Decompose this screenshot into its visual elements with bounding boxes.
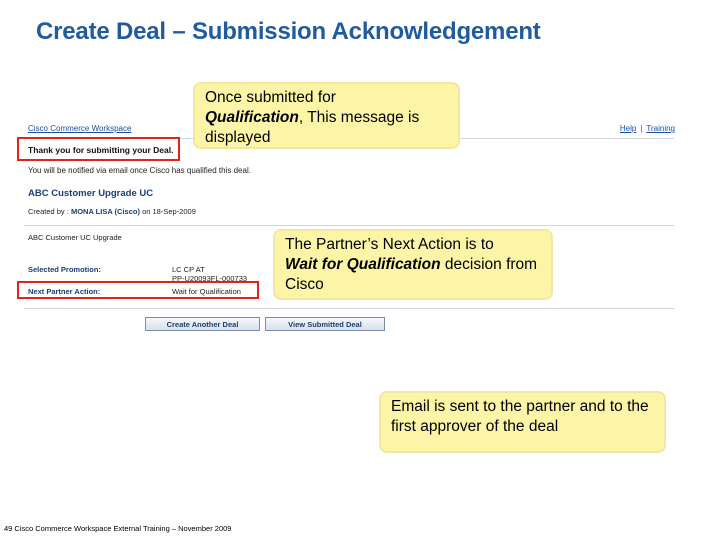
promotion-line1: LC CP AT [172,265,205,274]
created-on: on 18-Sep-2009 [142,207,196,216]
training-link[interactable]: Training [646,124,675,133]
actions-divider [24,308,674,309]
callout-next-action-em: Wait for Qualification [285,256,441,273]
field-label-promotion: Selected Promotion: [28,265,101,274]
app-name-link[interactable]: Cisco Commerce Workspace [28,124,131,133]
created-by: Created by : MONA LISA (Cisco) on 18-Sep… [28,207,196,216]
deal-description: ABC Customer UC Upgrade [28,233,122,242]
callout-next-action-pre: The Partner’s Next Action is to [285,236,494,253]
highlight-thank-you [17,137,180,161]
slide-footer: 49 Cisco Commerce Workspace External Tra… [4,524,232,533]
callout-submitted-pre: Once submitted for [205,89,336,106]
created-by-name: MONA LISA (Cisco) [70,207,140,216]
highlight-next-action [17,281,259,299]
deal-name: ABC Customer Upgrade UC [28,188,154,199]
deal-divider [24,225,674,226]
link-separator: | [640,124,643,133]
notify-message: You will be notified via email once Cisc… [28,166,251,175]
callout-submitted: Once submitted for Qualification, This m… [193,82,460,149]
callout-submitted-em: Qualification [205,109,299,126]
top-links: Help | Training [620,124,675,133]
callout-next-action: The Partner’s Next Action is to Wait for… [273,229,553,300]
created-by-label: Created by : [28,207,69,216]
help-link[interactable]: Help [620,124,636,133]
create-another-deal-button[interactable]: Create Another Deal [145,317,260,331]
callout-email: Email is sent to the partner and to the … [379,391,666,453]
view-submitted-deal-button[interactable]: View Submitted Deal [265,317,385,331]
